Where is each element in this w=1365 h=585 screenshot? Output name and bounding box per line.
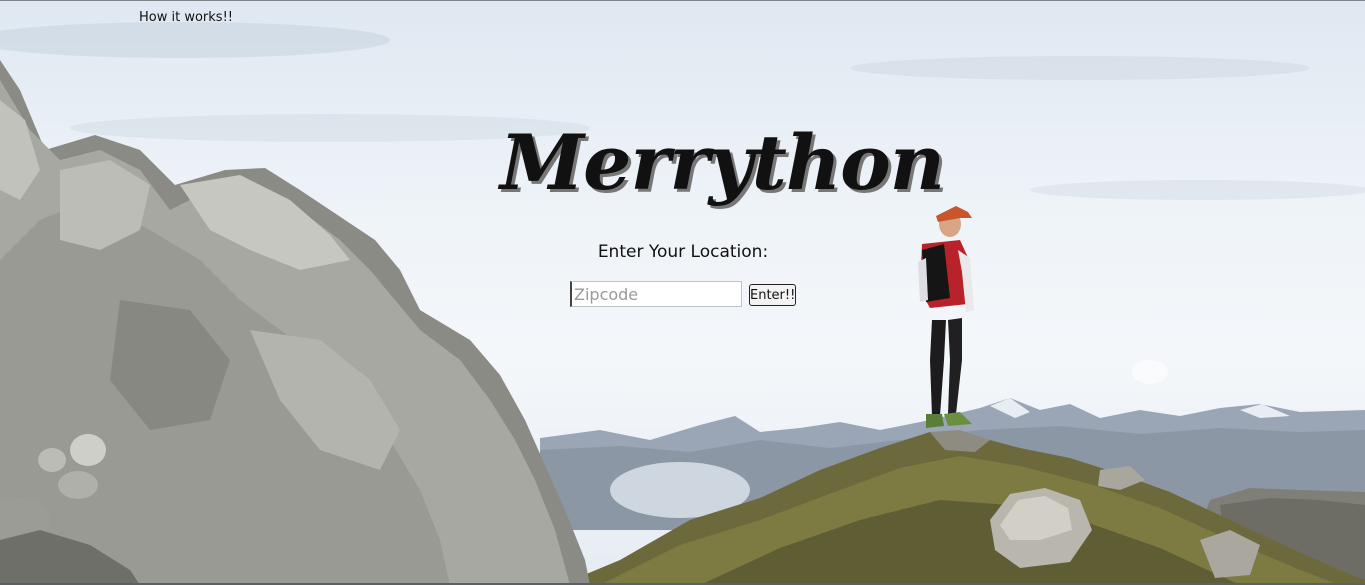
location-prompt: Enter Your Location:: [597, 242, 769, 262]
how-it-works-link[interactable]: How it works!!: [139, 10, 233, 25]
landing-page: How it works!! Merrython Enter Your Loca…: [0, 0, 1365, 585]
runner-figure: [918, 206, 974, 428]
top-border: [0, 0, 1365, 1]
zipcode-input[interactable]: [570, 281, 742, 307]
brand-logo-title: Merrython: [500, 118, 945, 207]
enter-button[interactable]: Enter!!: [749, 284, 796, 306]
